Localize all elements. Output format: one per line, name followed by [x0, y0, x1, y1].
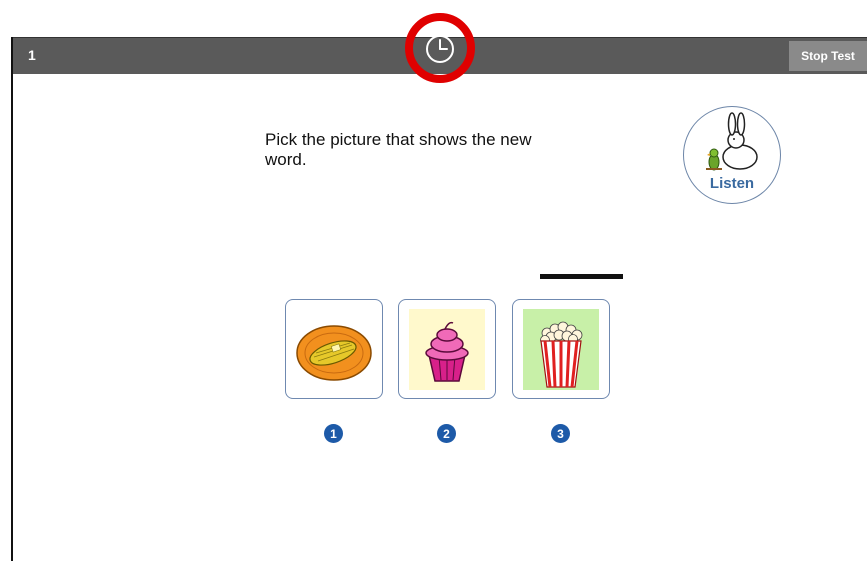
- popcorn-icon: [523, 309, 599, 390]
- left-border: [11, 37, 13, 561]
- stop-test-button[interactable]: Stop Test: [789, 41, 867, 71]
- choice-number-3[interactable]: 3: [551, 424, 570, 443]
- choice-number-1[interactable]: 1: [324, 424, 343, 443]
- rabbit-parrot-icon: [706, 112, 758, 171]
- answer-blank-line: [540, 274, 623, 279]
- timer[interactable]: [404, 12, 476, 84]
- listen-button[interactable]: Listen: [683, 106, 781, 204]
- cupcake-icon: [409, 309, 485, 390]
- listen-label: Listen: [709, 175, 755, 192]
- choice-card-2[interactable]: [398, 299, 496, 399]
- choice-card-3[interactable]: [512, 299, 610, 399]
- question-prompt: Pick the picture that shows the new word…: [265, 130, 532, 169]
- corn-on-plate-icon: [296, 325, 372, 381]
- choice-number-2[interactable]: 2: [437, 424, 456, 443]
- choice-card-1[interactable]: [285, 299, 383, 399]
- question-number: 1: [28, 47, 36, 63]
- clock-icon: [405, 13, 475, 83]
